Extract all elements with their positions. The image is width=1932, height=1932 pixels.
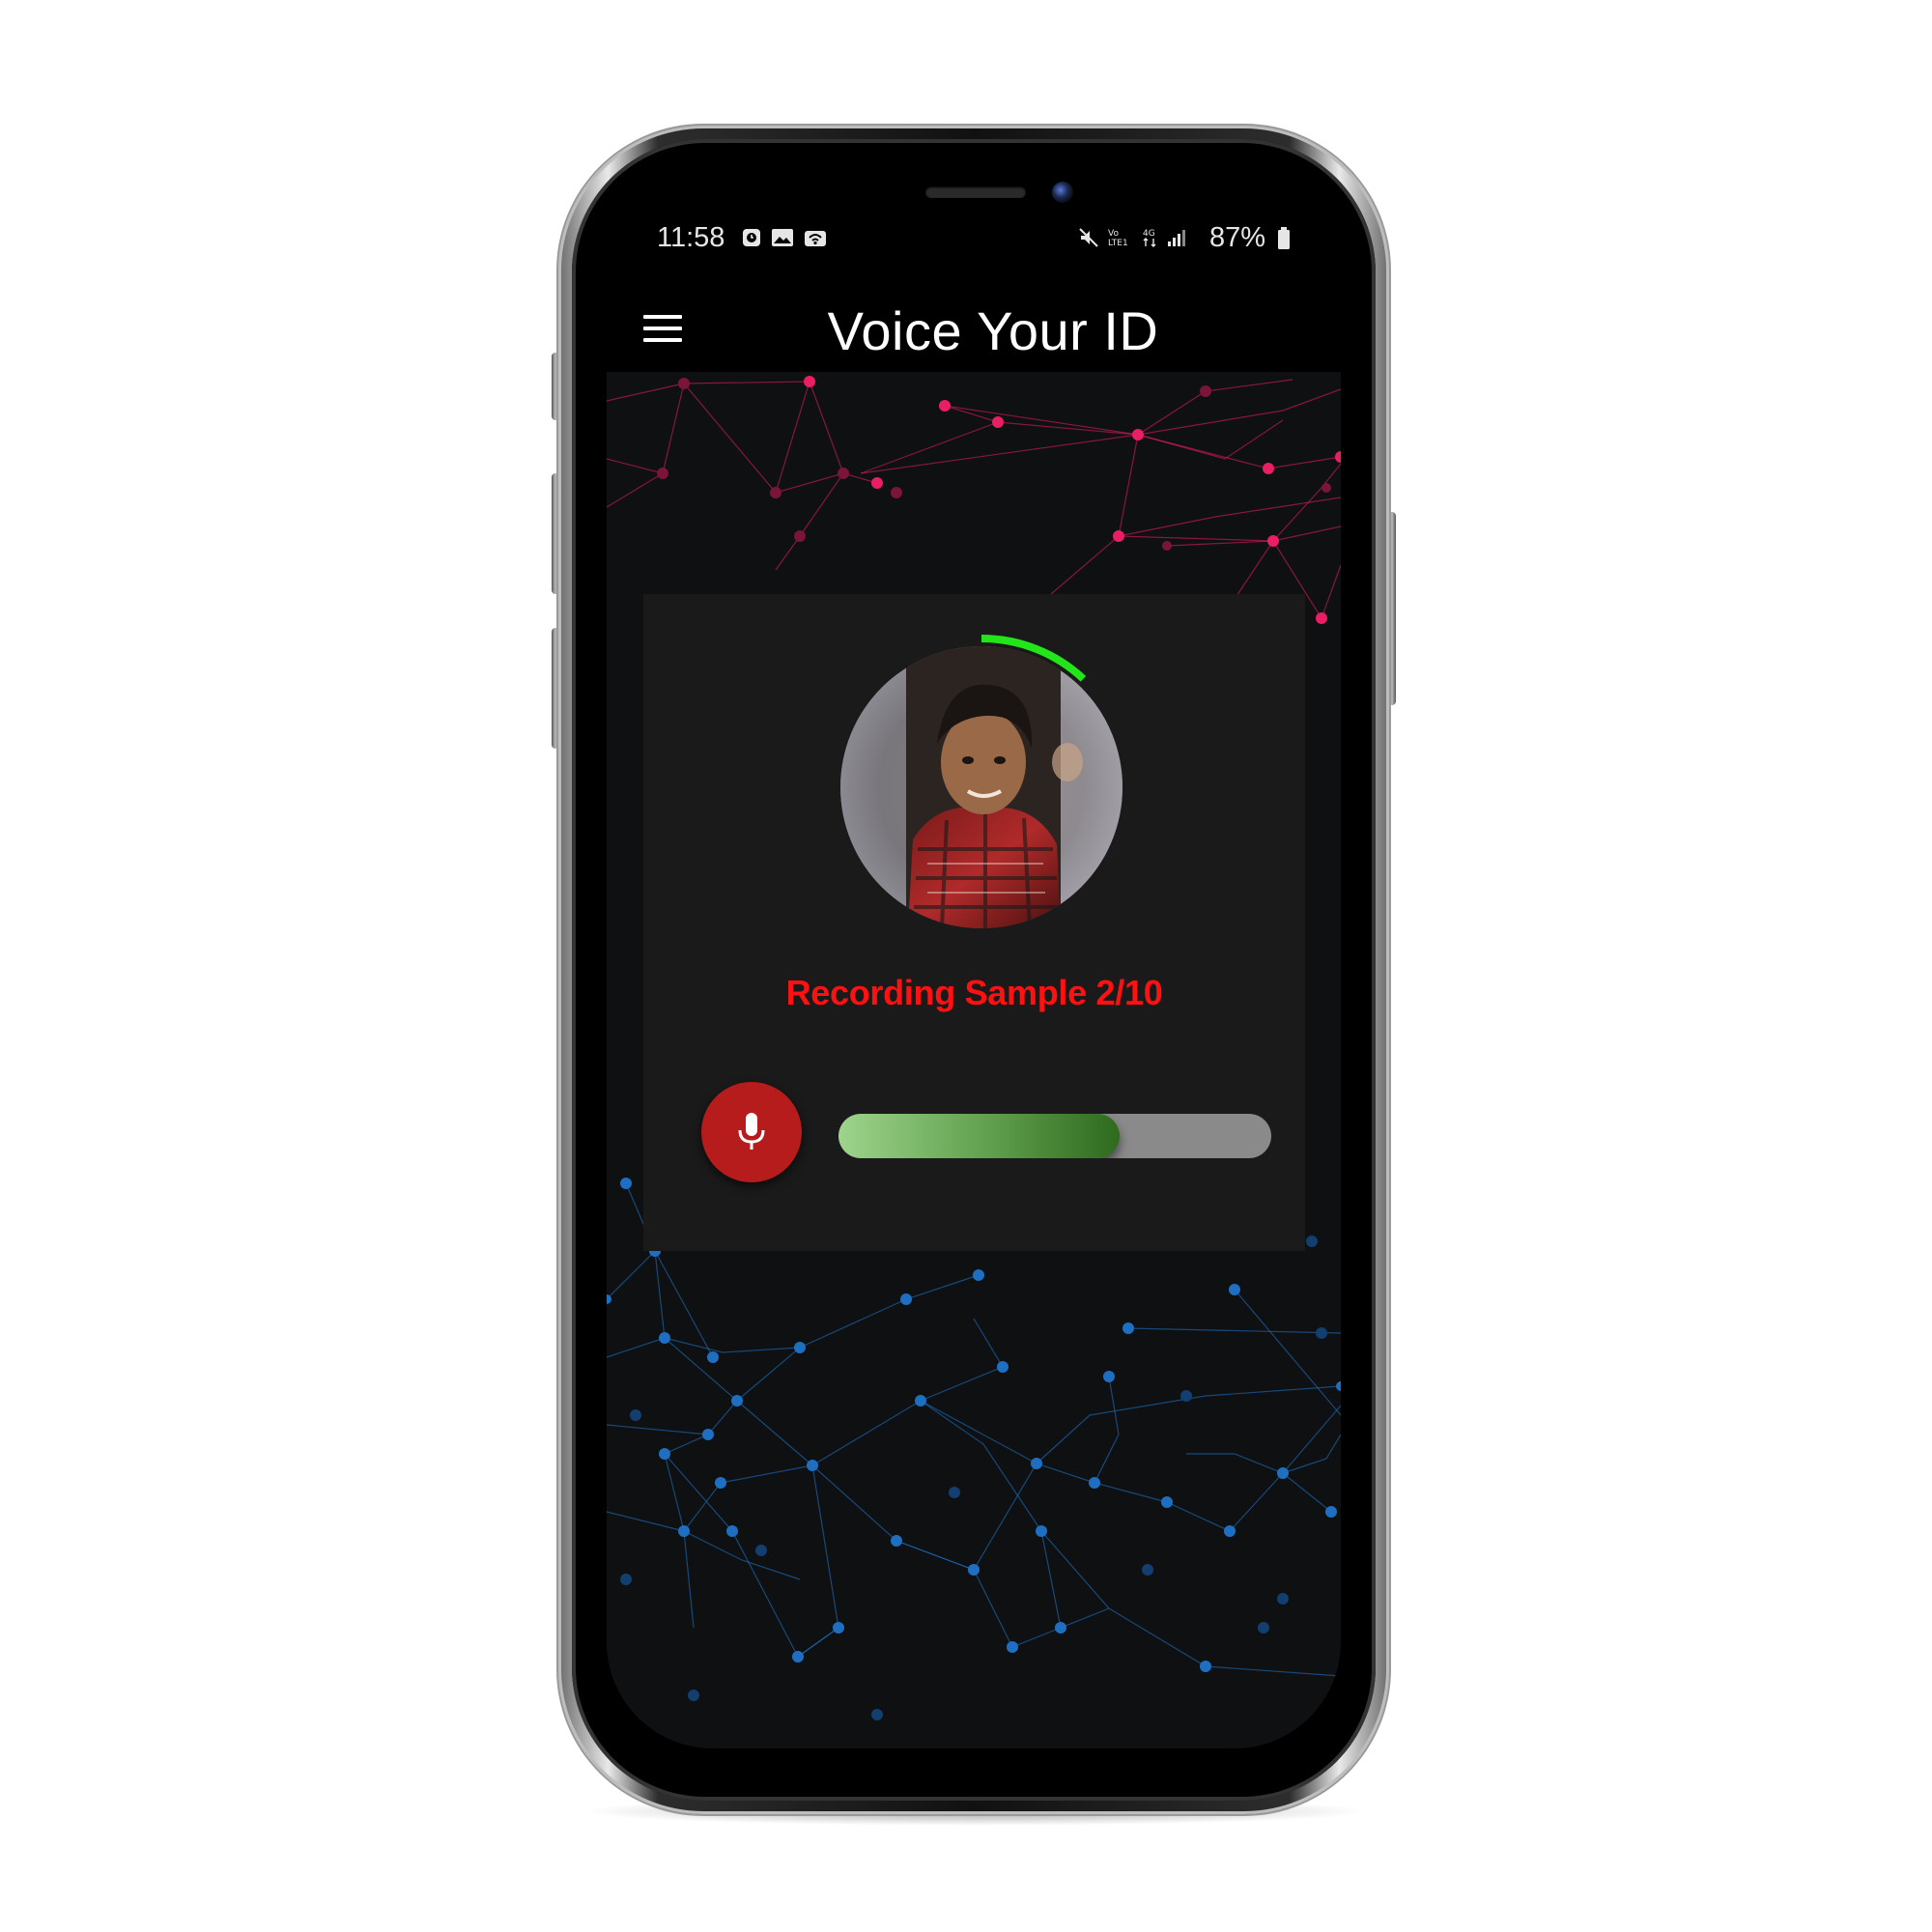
status-icons-left	[742, 224, 827, 255]
4g-icon: 4G	[1142, 224, 1159, 255]
app-title: Voice Your ID	[827, 300, 1159, 361]
main-content: Recording Sample 2/10	[607, 372, 1341, 1748]
hotspot-icon	[804, 224, 827, 255]
recording-sample-label: Recording Sample 2/10	[785, 973, 1163, 1012]
status-time: 11:58	[657, 222, 725, 253]
status-bar: 11:58 Vo LTE1 4G 87%	[607, 213, 1341, 261]
signal-icon	[1167, 224, 1186, 255]
gallery-icon	[771, 224, 794, 255]
svg-text:LTE1: LTE1	[1108, 239, 1128, 248]
microphone-icon	[738, 1113, 765, 1150]
volte-icon: Vo LTE1	[1107, 224, 1134, 255]
phone-screen: 11:58 Vo LTE1 4G 87% Voice Your ID Recor…	[607, 155, 1341, 1748]
recording-card: Recording Sample 2/10	[643, 594, 1305, 1251]
audio-level-fill	[838, 1114, 1121, 1158]
svg-text:Vo: Vo	[1108, 229, 1119, 239]
status-icons-right: Vo LTE1 4G	[1078, 224, 1186, 255]
microphone-button[interactable]	[701, 1082, 802, 1182]
app-bar: Voice Your ID	[607, 280, 1341, 386]
battery-percentage: 87%	[1208, 222, 1265, 253]
front-camera	[1052, 182, 1073, 203]
svg-text:4G: 4G	[1143, 229, 1155, 239]
alarm-icon	[742, 224, 761, 255]
battery-icon	[1277, 226, 1291, 257]
phone-power-button	[1388, 512, 1396, 705]
audio-level-bar	[838, 1114, 1271, 1158]
avatar-container	[837, 635, 1126, 932]
mute-icon	[1078, 224, 1099, 255]
recording-progress-ring	[980, 635, 1087, 682]
earpiece-speaker	[925, 186, 1026, 198]
